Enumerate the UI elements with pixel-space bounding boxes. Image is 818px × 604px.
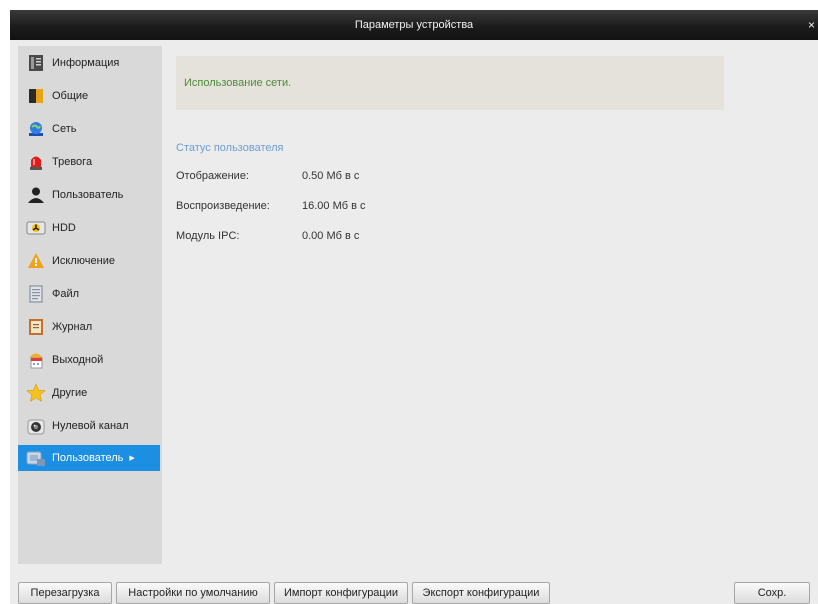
sidebar-item-exception[interactable]: Исключение: [18, 248, 162, 274]
info-banner: Использование сети.: [176, 56, 724, 110]
sidebar-item-label: Исключение: [52, 255, 115, 267]
sidebar-item-label: Пользователь: [52, 189, 124, 201]
sidebar-item-label: HDD: [52, 222, 76, 234]
info-book-icon: [26, 53, 46, 73]
sidebar-item-information[interactable]: Информация: [18, 50, 162, 76]
file-icon: [26, 284, 46, 304]
holiday-calendar-icon: [26, 350, 46, 370]
network-user-icon: [26, 448, 46, 468]
close-button[interactable]: ×: [808, 10, 818, 40]
sidebar-item-label: Журнал: [52, 321, 93, 333]
alarm-siren-icon: [26, 152, 46, 172]
section-title: Статус пользователя: [176, 142, 284, 154]
sidebar-item-label: Файл: [52, 288, 80, 300]
row-label: Воспроизведение:: [176, 200, 270, 212]
star-icon: [26, 383, 46, 403]
window-title: Параметры устройства: [354, 19, 474, 31]
sidebar-item-other[interactable]: Другие: [18, 380, 162, 406]
zero-channel-camera-icon: [26, 416, 46, 436]
sidebar-item-label: Другие: [52, 387, 88, 399]
title-bar: Параметры устройства ×: [10, 10, 818, 40]
row-value: 0.00 Мб в с: [302, 230, 360, 242]
hdd-icon: [26, 218, 46, 238]
import-config-button[interactable]: Импорт конфигурации: [274, 582, 408, 604]
sidebar-item-label: Информация: [52, 57, 120, 69]
network-globe-icon: [26, 119, 46, 139]
sidebar-item-file[interactable]: Файл: [18, 281, 162, 307]
sidebar-item-zero-channel[interactable]: Нулевой канал: [18, 413, 162, 439]
device-settings-window: Информация Общие Сеть Тревога Пользовате: [10, 40, 818, 604]
row-label: Отображение:: [176, 170, 249, 182]
sidebar-item-log[interactable]: Журнал: [18, 314, 162, 340]
sidebar-item-label: Пользователь: [52, 452, 124, 464]
sidebar-item-label: Сеть: [52, 123, 77, 135]
sidebar-item-network[interactable]: Сеть: [18, 116, 162, 142]
log-journal-icon: [26, 317, 46, 337]
sidebar-item-general[interactable]: Общие: [18, 83, 162, 109]
row-value: 0.50 Мб в с: [302, 170, 360, 182]
footer-toolbar: Перезагрузка Настройки по умолчанию Импо…: [10, 576, 818, 604]
sidebar-item-user[interactable]: Пользователь: [18, 182, 162, 208]
save-button[interactable]: Сохр.: [734, 582, 810, 604]
reboot-button[interactable]: Перезагрузка: [18, 582, 112, 604]
sidebar: Информация Общие Сеть Тревога Пользовате: [18, 46, 162, 564]
warning-icon: [26, 251, 46, 271]
sidebar-item-alarm[interactable]: Тревога: [18, 149, 162, 175]
row-label: Модуль IPC:: [176, 230, 240, 242]
sidebar-item-label: Нулевой канал: [52, 420, 129, 432]
info-text: Использование сети.: [184, 77, 292, 89]
sidebar-item-holiday[interactable]: Выходной: [18, 347, 162, 373]
sidebar-item-label: Выходной: [52, 354, 104, 366]
user-icon: [26, 185, 46, 205]
sidebar-item-label: Тревога: [52, 156, 93, 168]
chevron-right-icon: ▶: [129, 455, 135, 462]
export-config-button[interactable]: Экспорт конфигурации: [412, 582, 550, 604]
row-value: 16.00 Мб в с: [302, 200, 366, 212]
restore-defaults-button[interactable]: Настройки по умолчанию: [116, 582, 270, 604]
sidebar-item-network-user[interactable]: Пользователь ▶: [18, 445, 160, 471]
general-folder-icon: [26, 86, 46, 106]
main-panel: Использование сети. Статус пользователя …: [162, 46, 818, 564]
sidebar-item-hdd[interactable]: HDD: [18, 215, 162, 241]
sidebar-item-label: Общие: [52, 90, 89, 102]
